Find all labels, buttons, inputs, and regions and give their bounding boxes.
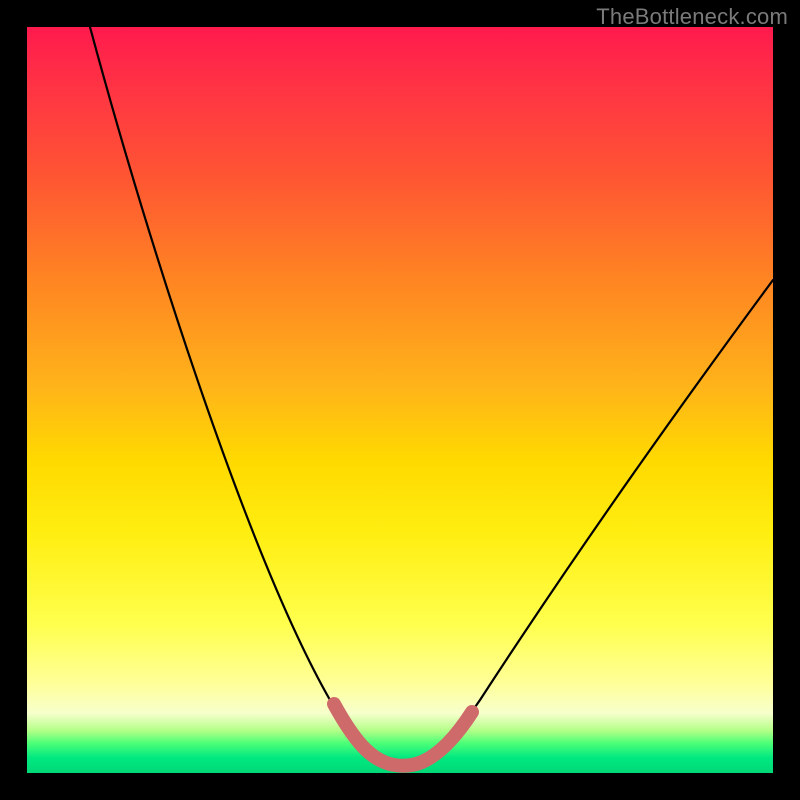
- bottleneck-curve: [90, 27, 773, 765]
- chart-frame: TheBottleneck.com: [0, 0, 800, 800]
- optimal-zone-marker: [334, 704, 472, 766]
- curve-layer: [0, 0, 800, 800]
- watermark-text: TheBottleneck.com: [596, 4, 788, 30]
